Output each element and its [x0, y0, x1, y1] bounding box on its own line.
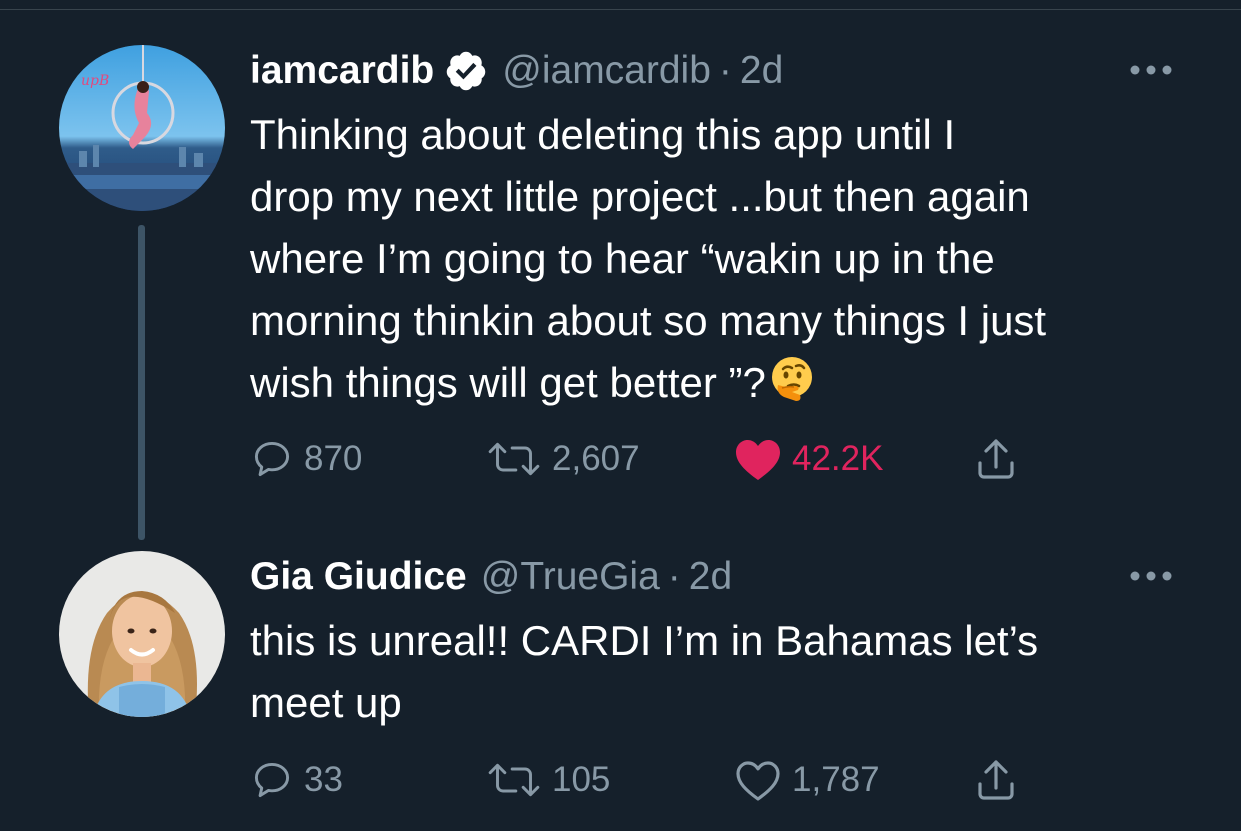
heart-filled-icon: [736, 440, 780, 480]
timestamp[interactable]: 2d: [689, 555, 732, 599]
tweet-text: Thinking about deleting this app until I…: [250, 104, 1210, 414]
share-button[interactable]: [972, 755, 1020, 805]
reply-icon: [254, 762, 290, 798]
separator-dot: ·: [718, 49, 732, 92]
reply-count: 870: [304, 439, 363, 478]
top-divider: [0, 0, 1241, 10]
thinking-face-emoji-icon: [771, 357, 812, 401]
tweet-text-line: where I’m going to hear “wakin up in the: [250, 235, 995, 282]
tweet[interactable]: upB iamcardib @iamcardib · 2d Thinking a…: [0, 40, 1241, 540]
tweet-header: Gia Giudice @TrueGia · 2d: [250, 552, 732, 602]
tweet-header: iamcardib @iamcardib · 2d: [250, 46, 783, 96]
retweet-count: 2,607: [552, 439, 640, 478]
retweet-count: 105: [552, 760, 611, 799]
share-icon: [978, 439, 1014, 479]
handle[interactable]: @TrueGia: [481, 555, 660, 599]
display-name[interactable]: iamcardib: [250, 49, 434, 93]
more-options-icon[interactable]: [1129, 570, 1173, 582]
tweet-text-line: this is unreal!! CARDI I’m in Bahamas le…: [250, 617, 1039, 664]
tweet-text-line: drop my next little project ...but then …: [250, 173, 1030, 220]
tweet-text-line-last: wish things will get better ”?: [250, 352, 1210, 414]
timestamp[interactable]: 2d: [740, 49, 783, 93]
avatar-image: upB: [59, 45, 225, 211]
share-button[interactable]: [972, 434, 1020, 484]
verified-badge-icon: [446, 51, 486, 91]
reply-count: 33: [304, 760, 343, 799]
reply-icon: [254, 441, 290, 477]
tweet-text-line: wish things will get better ”?: [250, 359, 766, 406]
tweet-text-line: meet up: [250, 679, 402, 726]
like-button[interactable]: 1,787: [734, 755, 880, 805]
like-button[interactable]: 42.2K: [734, 434, 883, 484]
more-options-icon[interactable]: [1129, 64, 1173, 76]
like-count: 1,787: [792, 760, 880, 799]
handle[interactable]: @iamcardib: [502, 49, 711, 93]
avatar[interactable]: [59, 551, 225, 717]
avatar[interactable]: upB: [59, 45, 225, 211]
tweet-text-line: Thinking about deleting this app until I: [250, 111, 956, 158]
retweet-button[interactable]: 2,607: [486, 434, 640, 484]
heart-outline-icon: [736, 761, 780, 801]
tweet-text: this is unreal!! CARDI I’m in Bahamas le…: [250, 610, 1210, 734]
separator-dot: ·: [667, 555, 681, 598]
avatar-image: [59, 551, 225, 717]
display-name[interactable]: Gia Giudice: [250, 555, 467, 599]
retweet-button[interactable]: 105: [486, 755, 610, 805]
like-count: 42.2K: [792, 439, 884, 478]
svg-text:upB: upB: [81, 73, 109, 89]
action-bar: 870 2,607 42.2K: [250, 434, 1050, 484]
reply-button[interactable]: 870: [250, 434, 362, 484]
reply-button[interactable]: 33: [250, 755, 343, 805]
share-icon: [978, 760, 1014, 800]
tweet[interactable]: Gia Giudice @TrueGia · 2d this is unreal…: [0, 546, 1241, 831]
action-bar: 33 105 1,787: [250, 755, 1050, 805]
retweet-icon: [488, 763, 540, 797]
retweet-icon: [488, 442, 540, 476]
thread-line: [138, 225, 145, 540]
tweet-text-line: morning thinkin about so many things I j…: [250, 297, 1047, 344]
